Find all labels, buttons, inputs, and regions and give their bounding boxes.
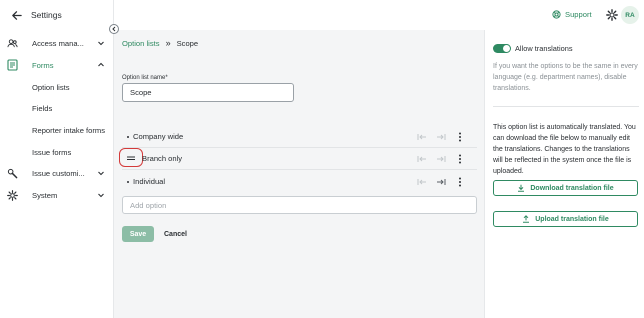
translations-hint: If you want the options to be the same i… — [493, 63, 638, 92]
avatar[interactable]: RA — [621, 6, 639, 24]
option-list-name-label: Option list name* — [122, 75, 168, 81]
option-label: Company wide — [133, 132, 184, 141]
download-translation-label: Download translation file — [530, 184, 614, 192]
breadcrumb: Option lists » Scope — [122, 38, 198, 48]
sidebar-item-label: Issue forms — [32, 147, 72, 157]
breadcrumb-current: Scope — [176, 38, 199, 48]
option-label: Individual — [133, 177, 166, 186]
sidebar-item-forms[interactable]: Forms — [0, 56, 113, 74]
allow-translations-label: Allow translations — [515, 44, 573, 53]
divider — [122, 169, 477, 170]
sidebar-item-reporter-intake-forms[interactable]: Reporter intake forms — [0, 121, 113, 139]
more-options-icon[interactable] — [455, 132, 465, 142]
indent-icon[interactable] — [436, 154, 446, 164]
sidebar-item-label: Issue customi... — [32, 168, 85, 178]
sidebar-item-label: Reporter intake forms — [32, 125, 106, 135]
wrench-icon — [7, 168, 18, 179]
indent-icon[interactable] — [436, 132, 446, 142]
allow-translations-toggle[interactable] — [493, 44, 511, 53]
main-content: Option lists » Scope Option list name* C… — [114, 30, 484, 318]
translations-panel: Allow translations If you want the optio… — [484, 30, 644, 318]
support-link[interactable]: Support — [552, 10, 592, 19]
more-options-icon[interactable] — [455, 154, 465, 164]
outdent-icon[interactable] — [417, 154, 427, 164]
sidebar-item-label: Fields — [32, 103, 53, 113]
breadcrumb-separator: » — [165, 38, 171, 48]
chevron-up-icon — [97, 61, 105, 69]
document-icon — [7, 59, 18, 71]
lifebuoy-icon — [552, 10, 561, 19]
chevron-down-icon — [97, 39, 105, 47]
sidebar: Settings Access mana... Forms Option lis… — [0, 0, 114, 318]
cancel-button[interactable]: Cancel — [161, 226, 190, 242]
upload-icon — [523, 215, 530, 223]
upload-translation-label: Upload translation file — [535, 215, 609, 223]
option-row: Individual — [119, 171, 477, 192]
chevron-left-icon — [112, 26, 116, 32]
download-translation-button[interactable]: Download translation file — [493, 180, 638, 196]
back-arrow-icon[interactable] — [10, 9, 22, 21]
sidebar-item-label: Option lists — [32, 82, 70, 92]
chevron-down-icon — [97, 169, 105, 177]
upload-translation-button[interactable]: Upload translation file — [493, 211, 638, 227]
outdent-icon[interactable] — [417, 177, 427, 187]
sidebar-item-label: Access mana... — [32, 38, 84, 48]
users-icon — [7, 38, 18, 49]
bullet-icon — [127, 135, 129, 138]
download-icon — [518, 184, 525, 192]
more-options-icon[interactable] — [455, 177, 465, 187]
sidebar-title: Settings — [31, 10, 62, 20]
indent-icon[interactable] — [436, 177, 446, 187]
sidebar-item-label: Forms — [32, 60, 54, 70]
chevron-down-icon — [97, 191, 105, 199]
option-row: Company wide — [119, 126, 477, 147]
gear-icon — [7, 189, 18, 201]
sidebar-item-issue-forms[interactable]: Issue forms — [0, 143, 113, 161]
outdent-icon[interactable] — [417, 132, 427, 142]
sidebar-item-option-lists[interactable]: Option lists — [0, 78, 113, 96]
sidebar-item-system[interactable]: System — [0, 186, 113, 204]
sidebar-item-fields[interactable]: Fields — [0, 99, 113, 117]
option-list-name-input[interactable] — [122, 83, 294, 102]
option-row: Branch only — [119, 148, 477, 169]
sidebar-header: Settings — [0, 0, 113, 30]
support-label: Support — [565, 10, 592, 19]
breadcrumb-option-lists-link[interactable]: Option lists — [122, 39, 160, 48]
sidebar-item-label: System — [32, 190, 58, 200]
translations-info: This option list is automatically transl… — [493, 124, 636, 175]
settings-gear-icon[interactable] — [606, 9, 618, 21]
option-label: Branch only — [142, 154, 183, 163]
sidebar-item-access-management[interactable]: Access mana... — [0, 34, 113, 52]
divider — [493, 106, 639, 107]
drag-handle-icon[interactable] — [119, 148, 143, 167]
bullet-icon — [127, 180, 129, 183]
save-button[interactable]: Save — [122, 226, 154, 242]
collapse-sidebar-button[interactable] — [109, 24, 119, 34]
add-option-input[interactable] — [122, 196, 477, 214]
sidebar-item-issue-customization[interactable]: Issue customi... — [0, 164, 113, 182]
